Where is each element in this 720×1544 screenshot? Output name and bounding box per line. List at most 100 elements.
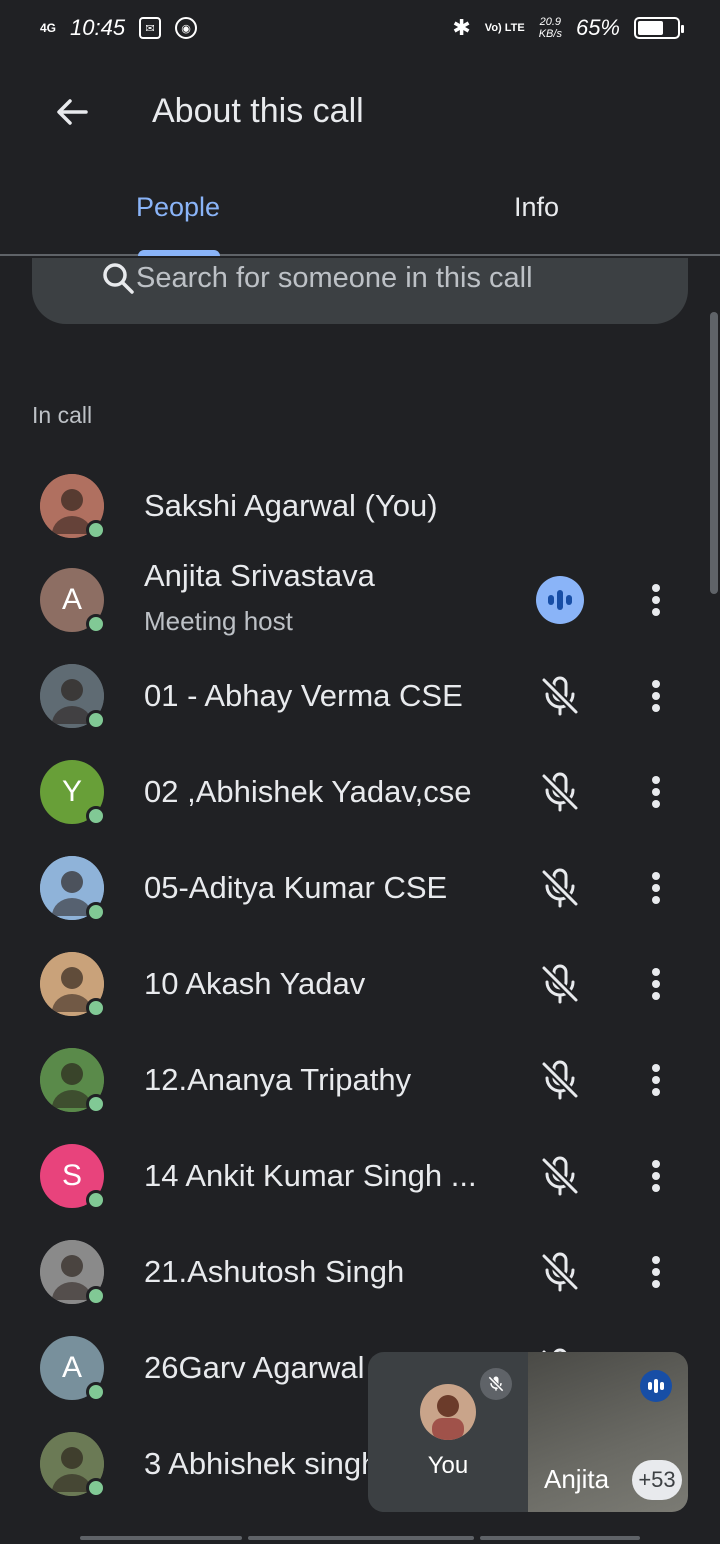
more-options-icon[interactable] [636,768,676,816]
pip-self-avatar [420,1384,476,1440]
avatar-initial: S [61,1159,82,1192]
participant-avatar: A [40,1336,106,1402]
search-bar[interactable] [32,258,688,324]
mic-off-icon[interactable] [536,768,584,816]
participant-name: 12.Ananya Tripathy [144,1062,412,1097]
participant-name: 14 Ankit Kumar Singh ... [144,1158,477,1193]
mic-off-icon[interactable] [536,1248,584,1296]
online-status-dot [86,1190,106,1210]
more-options-icon[interactable] [636,960,676,1008]
mic-off-icon[interactable] [536,864,584,912]
participant-row[interactable]: A Anjita Srivastava Meeting host [0,552,720,648]
participant-name: 10 Akash Yadav [144,966,366,1001]
more-options-icon[interactable] [636,1248,676,1296]
pip-host-tile[interactable]: Anjita +53 [528,1352,688,1512]
avatar-initial: Y [61,775,82,808]
participant-row[interactable]: S 14 Ankit Kumar Singh ... [0,1128,720,1224]
network-speed: 20.9 KB/s [539,16,562,40]
pip-host-speaking-icon [640,1370,672,1402]
participant-avatar: Y [40,760,106,826]
participant-name: 01 - Abhay Verma CSE [144,678,463,713]
more-options-icon[interactable] [636,576,676,624]
participant-name: 21.Ashutosh Singh [144,1254,405,1289]
participant-row[interactable]: 01 - Abhay Verma CSE [0,648,720,744]
online-status-dot [86,614,106,634]
participant-name: 26Garv Agarwal [144,1350,365,1385]
bottom-divider [480,1536,640,1540]
avatar-initial: A [61,583,82,616]
online-status-dot [86,1094,106,1114]
participant-row[interactable]: Y 02 ,Abhishek Yadav,cse [0,744,720,840]
participant-row[interactable]: 21.Ashutosh Singh [0,1224,720,1320]
participant-name: 05-Aditya Kumar CSE [144,870,448,905]
page-title: About this call [152,92,364,130]
participant-avatar [40,856,106,922]
tab-bar: People Info [0,172,720,256]
participant-role: Meeting host [144,606,293,636]
speaking-indicator-icon [536,576,584,624]
clock: 10:45 [70,15,126,40]
battery-icon [634,17,684,39]
more-options-icon[interactable] [636,672,676,720]
participant-row[interactable]: 10 Akash Yadav [0,936,720,1032]
speed-unit: KB/s [538,28,562,40]
bluetooth-icon: ✱ [452,15,471,40]
battery-fill [638,21,663,35]
participant-avatar [40,474,106,540]
participant-avatar [40,1048,106,1114]
online-status-dot [86,1382,106,1402]
pip-self-mic-off-icon [480,1368,512,1400]
participant-name: Sakshi Agarwal (You) [144,488,438,523]
search-icon [103,263,134,294]
tab-people[interactable]: People [136,192,220,223]
picture-in-picture[interactable]: You Anjita +53 [368,1352,688,1512]
participant-avatar [40,1432,106,1498]
more-options-icon[interactable] [636,864,676,912]
participant-avatar [40,952,106,1018]
participant-name: 02 ,Abhishek Yadav,cse [144,774,472,809]
tab-selected-indicator [138,250,220,256]
mic-off-icon[interactable] [536,1056,584,1104]
online-status-dot [86,520,106,540]
speed-value: 20.9 [539,16,562,28]
mic-off-icon[interactable] [536,1152,584,1200]
participant-avatar: A [40,568,106,634]
online-status-dot [86,1286,106,1306]
participant-avatar: S [40,1144,106,1210]
back-arrow-icon[interactable] [52,92,92,132]
pip-self-tile[interactable]: You [368,1352,528,1512]
bottom-divider [80,1536,242,1540]
status-left: 4G 10:45 ✉ ◉ [40,15,198,41]
avatar-initial: A [61,1351,82,1384]
participant-name: 3 Abhishek singh [144,1446,372,1481]
pip-host-label: Anjita [544,1464,610,1494]
status-right: ✱ Vo) LTE 20.9 KB/s 65% [452,15,684,41]
more-options-icon[interactable] [636,1152,676,1200]
participant-row[interactable]: 12.Ananya Tripathy [0,1032,720,1128]
network-indicator: 4G [40,21,57,35]
search-input[interactable] [136,258,676,298]
participant-avatar [40,1240,106,1306]
online-status-dot [86,902,106,922]
more-options-icon[interactable] [636,1056,676,1104]
app-bar: About this call [0,56,720,172]
online-status-dot [86,1478,106,1498]
participant-name: Anjita Srivastava [144,558,375,593]
mic-off-icon[interactable] [536,672,584,720]
participant-avatar [40,664,106,730]
online-status-dot [86,806,106,826]
mail-notification-icon: ✉ [139,17,162,39]
status-bar: 4G 10:45 ✉ ◉ ✱ Vo) LTE 20.9 KB/s 65% [0,0,720,56]
online-status-dot [86,998,106,1018]
online-status-dot [86,710,106,730]
battery-percent: 65% [575,15,620,40]
pip-others-count-badge[interactable]: +53 [632,1460,682,1500]
volte-indicator: Vo) LTE [484,21,525,34]
mic-off-icon[interactable] [536,960,584,1008]
app-notification-icon: ◉ [175,17,198,39]
tab-info[interactable]: Info [514,192,559,223]
participant-row[interactable]: 05-Aditya Kumar CSE [0,840,720,936]
bottom-divider [248,1536,474,1540]
participant-row[interactable]: Sakshi Agarwal (You) [0,458,720,554]
section-in-call-label: In call [32,402,93,428]
